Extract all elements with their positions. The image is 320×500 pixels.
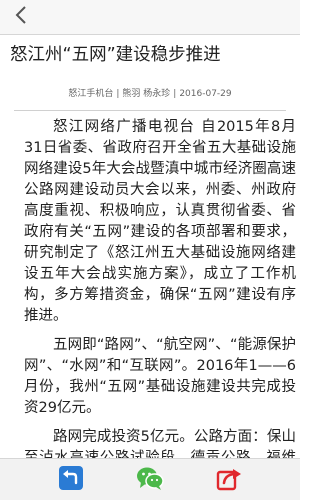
undo-icon — [57, 464, 85, 496]
wechat-button[interactable] — [135, 465, 165, 495]
paragraph: 路网完成投资5亿元。公路方面：保山至泸水高速公路试验段、德贡公路、福维公路等项目… — [24, 429, 296, 458]
bottom-toolbar — [0, 458, 300, 500]
undo-button[interactable] — [56, 465, 86, 495]
share-icon — [215, 464, 243, 496]
back-button[interactable] — [6, 4, 36, 30]
title-divider — [14, 110, 286, 111]
article-content: 怒江州“五网”建设稳步推进 怒江手机台 | 熊羽 杨永珍 | 2016-07-29 怒江… — [0, 34, 300, 458]
article-meta: 怒江手机台 | 熊羽 杨永珍 | 2016-07-29 — [0, 86, 300, 99]
paragraph: 五网即“路网”、“航空网”、“能源保护网”、“水网”和“互联网”。2016年1—… — [24, 337, 296, 416]
share-button[interactable] — [214, 465, 244, 495]
article-title: 怒江州“五网”建设稳步推进 — [10, 45, 221, 65]
article-authors: 熊羽 杨永珍 — [122, 89, 171, 99]
article-body: 怒江网络广播电视台 自2015年8月31日省委、省政府召开全省五大基础设施网络建… — [24, 117, 296, 458]
article-page: 怒江州“五网”建设稳步推进 怒江手机台 | 熊羽 杨永珍 | 2016-07-29 怒江… — [0, 0, 300, 500]
meta-separator: | — [173, 89, 177, 99]
paragraph: 怒江网络广播电视台 自2015年8月31日省委、省政府召开全省五大基础设施网络建… — [24, 119, 296, 324]
article-source: 怒江手机台 — [68, 89, 114, 99]
wechat-icon — [135, 464, 165, 496]
top-bar — [0, 0, 300, 35]
chevron-left-icon — [14, 5, 28, 29]
article-date: 2016-07-29 — [179, 89, 232, 99]
